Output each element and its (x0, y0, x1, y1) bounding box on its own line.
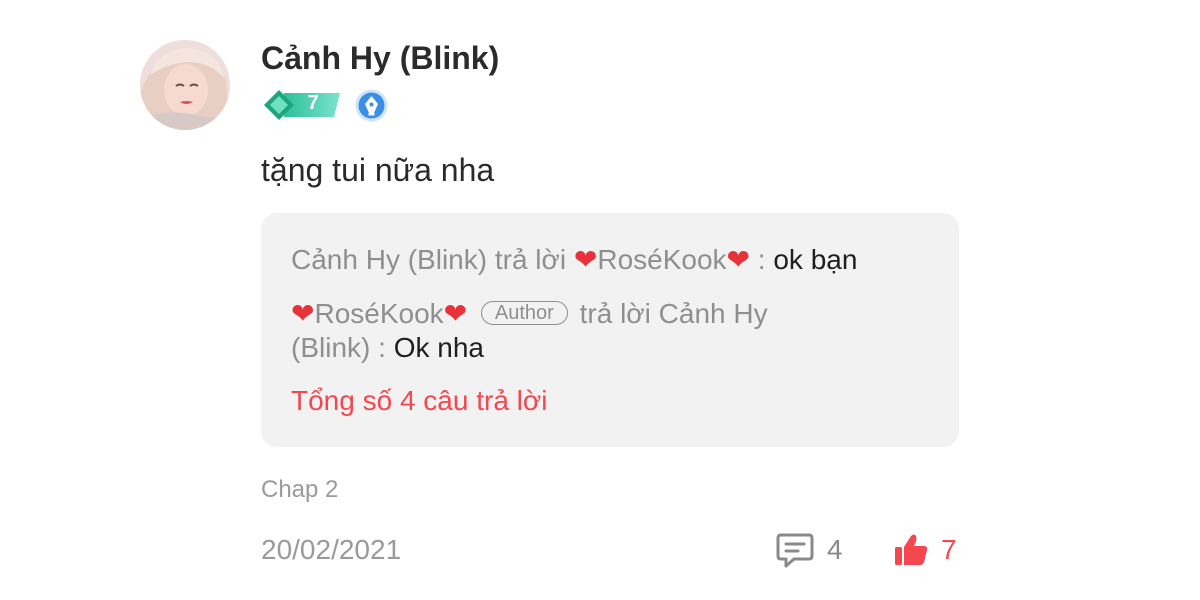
level-number: 7 (307, 92, 319, 114)
comment-date: 20/02/2021 (261, 534, 402, 565)
reply-author: Cảnh Hy (Blink) (291, 244, 488, 275)
reply-target-continued: (Blink) (291, 332, 371, 363)
reply-verb: trả lời (494, 244, 567, 275)
reply-count: 4 (827, 534, 843, 565)
reply-verb: trả lời (579, 298, 651, 329)
avatar-image (140, 40, 230, 130)
heart-icon: ❤ (443, 298, 468, 329)
like-button[interactable]: 7 (893, 530, 957, 570)
pen-badge (355, 89, 388, 122)
heart-icon: ❤ (291, 298, 315, 329)
like-count: 7 (941, 534, 957, 565)
reply-author: RoséKook (314, 298, 444, 329)
chapter-label[interactable]: Chap 2 (261, 476, 338, 504)
avatar[interactable] (140, 40, 230, 130)
thumbs-up-icon (895, 534, 928, 565)
pen-nib-icon (355, 89, 388, 122)
username[interactable]: Cảnh Hy (Blink) (261, 40, 499, 77)
reply-item-continued[interactable]: (Blink) : Ok nha (291, 331, 484, 365)
reply-item[interactable]: ❤RoséKook❤ Author trả lời Cảnh Hy (291, 297, 768, 331)
reply-item[interactable]: Cảnh Hy (Blink) trả lời ❤RoséKook❤ : ok … (291, 243, 857, 277)
reply-target: RoséKook (597, 244, 727, 275)
comment-text: tặng tui nữa nha (261, 152, 495, 188)
comment-item: Cảnh Hy (Blink) 7 tặng tui nữa nha Cảnh … (0, 0, 1200, 600)
reply-content: ok bạn (773, 244, 858, 275)
reply-separator: : (378, 332, 386, 363)
reply-button[interactable]: 4 (776, 530, 843, 570)
view-all-replies-link[interactable]: Tổng số 4 câu trả lời (291, 385, 547, 417)
level-badge: 7 (264, 90, 342, 120)
reply-target: Cảnh Hy (658, 298, 768, 329)
heart-icon: ❤ (726, 244, 751, 275)
author-tag: Author (480, 301, 568, 325)
reply-separator: : (757, 244, 766, 275)
reply-content: Ok nha (393, 332, 484, 363)
chat-bubble-icon (776, 533, 814, 568)
heart-icon: ❤ (573, 244, 598, 275)
replies-box[interactable]: Cảnh Hy (Blink) trả lời ❤RoséKook❤ : ok … (261, 213, 959, 447)
